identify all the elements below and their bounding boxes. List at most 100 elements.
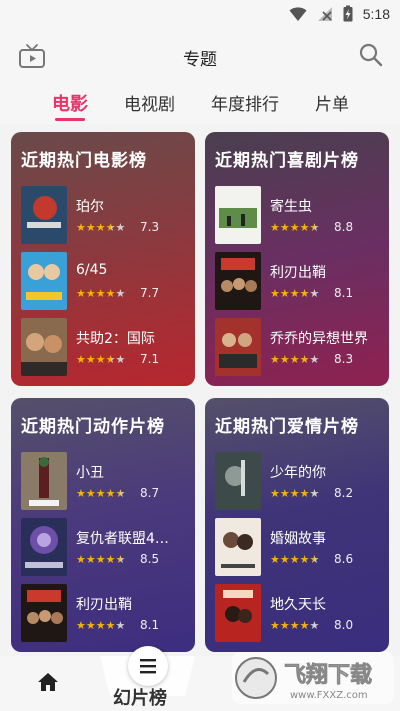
star-full-icon: ★: [95, 487, 106, 500]
movie-title: 6/45: [76, 262, 108, 278]
movie-score: 8.5: [140, 552, 160, 566]
search-icon[interactable]: [358, 42, 384, 68]
star-full-icon: ★: [270, 221, 280, 234]
star-half-icon: ★: [105, 221, 116, 234]
star-full-icon: ★: [270, 287, 280, 300]
page-title: 专题: [183, 50, 217, 70]
star-full-icon: ★: [105, 553, 116, 566]
list-item[interactable]: 利刃出鞘 ★★★★★ 8.1: [215, 252, 385, 310]
movie-poster: [21, 186, 67, 244]
tab-playlists[interactable]: 片单: [315, 90, 349, 115]
tab-annual-ranking[interactable]: 年度排行: [211, 90, 279, 115]
star-rating: ★★★★★: [270, 221, 319, 234]
movie-score: 8.1: [334, 286, 354, 300]
movie-poster: [21, 584, 67, 642]
movie-poster: [215, 584, 261, 642]
list-item[interactable]: 6/45 ★★★★★ 7.7: [21, 252, 191, 310]
list-item[interactable]: 共助2：国际 ★★★★★ 7.1: [21, 318, 191, 376]
star-full-icon: ★: [105, 619, 116, 632]
movie-title: 珀尔: [76, 199, 104, 215]
star-empty-icon: ★: [309, 487, 320, 500]
star-rating: ★★★★★: [270, 287, 319, 300]
star-empty-icon: ★: [115, 619, 126, 632]
movie-score: 8.6: [334, 552, 354, 566]
movie-score: 7.3: [140, 220, 160, 234]
star-full-icon: ★: [279, 353, 290, 366]
list-item[interactable]: 地久天长 ★★★★★ 8.0: [215, 584, 385, 642]
star-empty-icon: ★: [115, 287, 126, 300]
movie-title: 寄生虫: [270, 199, 312, 215]
card-title: 近期热门喜剧片榜: [215, 151, 359, 171]
tab-movies[interactable]: 电影: [52, 90, 88, 116]
movie-poster: [21, 452, 67, 510]
movie-poster: [21, 318, 67, 376]
list-item[interactable]: 婚姻故事 ★★★★★ 8.6: [215, 518, 385, 576]
list-item[interactable]: 小丑 ★★★★★ 8.7: [21, 452, 191, 510]
movie-poster: [215, 252, 261, 310]
star-full-icon: ★: [270, 553, 280, 566]
list-item[interactable]: 寄生虫 ★★★★★ 8.8: [215, 186, 385, 244]
star-full-icon: ★: [299, 487, 310, 500]
star-full-icon: ★: [76, 287, 86, 300]
star-rating: ★★★★★: [270, 487, 319, 500]
list-item[interactable]: 珀尔 ★★★★★ 7.3: [21, 186, 191, 244]
nav-partial-label: 幻片榜: [113, 688, 167, 709]
star-full-icon: ★: [289, 553, 300, 566]
star-full-icon: ★: [299, 353, 310, 366]
star-full-icon: ★: [279, 487, 290, 500]
ranking-card-hot-comedies[interactable]: 近期热门喜剧片榜 寄生虫 ★★★★★ 8.8 利刃出鞘 ★★★★★ 8.1 乔乔…: [205, 132, 389, 386]
movie-poster: [215, 518, 261, 576]
star-rating: ★★★★★: [76, 553, 125, 566]
list-item[interactable]: 利刃出鞘 ★★★★★ 8.1: [21, 584, 191, 642]
star-rating: ★★★★★: [270, 619, 319, 632]
ranking-card-hot-action[interactable]: 近期热门动作片榜 小丑 ★★★★★ 8.7 复仇者联盟4… ★★★★★ 8.5 …: [11, 398, 195, 652]
star-full-icon: ★: [85, 221, 96, 234]
star-rating: ★★★★★: [76, 221, 125, 234]
movie-title: 乔乔的异想世界: [270, 331, 368, 347]
star-full-icon: ★: [85, 619, 96, 632]
star-full-icon: ★: [299, 619, 310, 632]
tab-indicator: [55, 118, 85, 121]
star-full-icon: ★: [95, 221, 106, 234]
status-time: 5:18: [362, 5, 390, 22]
status-bar: 5:18: [0, 0, 400, 28]
movie-score: 7.7: [140, 286, 160, 300]
star-rating: ★★★★★: [76, 619, 125, 632]
star-full-icon: ★: [289, 353, 300, 366]
star-full-icon: ★: [95, 553, 106, 566]
star-half-icon: ★: [105, 353, 116, 366]
star-rating: ★★★★★: [76, 353, 125, 366]
list-item[interactable]: 复仇者联盟4… ★★★★★ 8.5: [21, 518, 191, 576]
watermark-logo: 飞翔下载 www.FXXZ.com: [232, 652, 394, 704]
ranking-card-hot-movies[interactable]: 近期热门电影榜 珀尔 ★★★★★ 7.3 6/45 ★★★★★ 7.7 共助2：…: [11, 132, 195, 386]
movie-title: 地久天长: [270, 597, 326, 613]
star-full-icon: ★: [76, 487, 86, 500]
ranking-card-hot-romance[interactable]: 近期热门爱情片榜 少年的你 ★★★★★ 8.2 婚姻故事 ★★★★★ 8.6 地…: [205, 398, 389, 652]
star-full-icon: ★: [289, 221, 300, 234]
list-item[interactable]: 乔乔的异想世界 ★★★★★ 8.3: [215, 318, 385, 376]
tab-tv-series[interactable]: 电视剧: [124, 90, 175, 115]
movie-score: 8.1: [140, 618, 160, 632]
movie-score: 8.0: [334, 618, 354, 632]
movie-title: 利刃出鞘: [76, 597, 132, 613]
list-button[interactable]: [128, 646, 168, 686]
star-full-icon: ★: [95, 619, 106, 632]
star-full-icon: ★: [76, 553, 86, 566]
movie-score: 7.1: [140, 352, 160, 366]
star-full-icon: ★: [95, 287, 106, 300]
star-half-icon: ★: [115, 553, 126, 566]
list-item[interactable]: 少年的你 ★★★★★ 8.2: [215, 452, 385, 510]
card-title: 近期热门电影榜: [21, 151, 147, 171]
home-icon[interactable]: [36, 670, 60, 694]
movie-poster: [215, 318, 261, 376]
star-half-icon: ★: [309, 221, 320, 234]
star-full-icon: ★: [270, 487, 280, 500]
star-half-icon: ★: [309, 553, 320, 566]
star-full-icon: ★: [105, 287, 116, 300]
topic-grid: 近期热门电影榜 珀尔 ★★★★★ 7.3 6/45 ★★★★★ 7.7 共助2：…: [0, 124, 400, 656]
movie-title: 复仇者联盟4…: [76, 531, 169, 547]
star-full-icon: ★: [299, 287, 310, 300]
star-rating: ★★★★★: [270, 353, 319, 366]
star-full-icon: ★: [85, 287, 96, 300]
tab-bar: 电影 电视剧 年度排行 片单: [0, 84, 400, 124]
